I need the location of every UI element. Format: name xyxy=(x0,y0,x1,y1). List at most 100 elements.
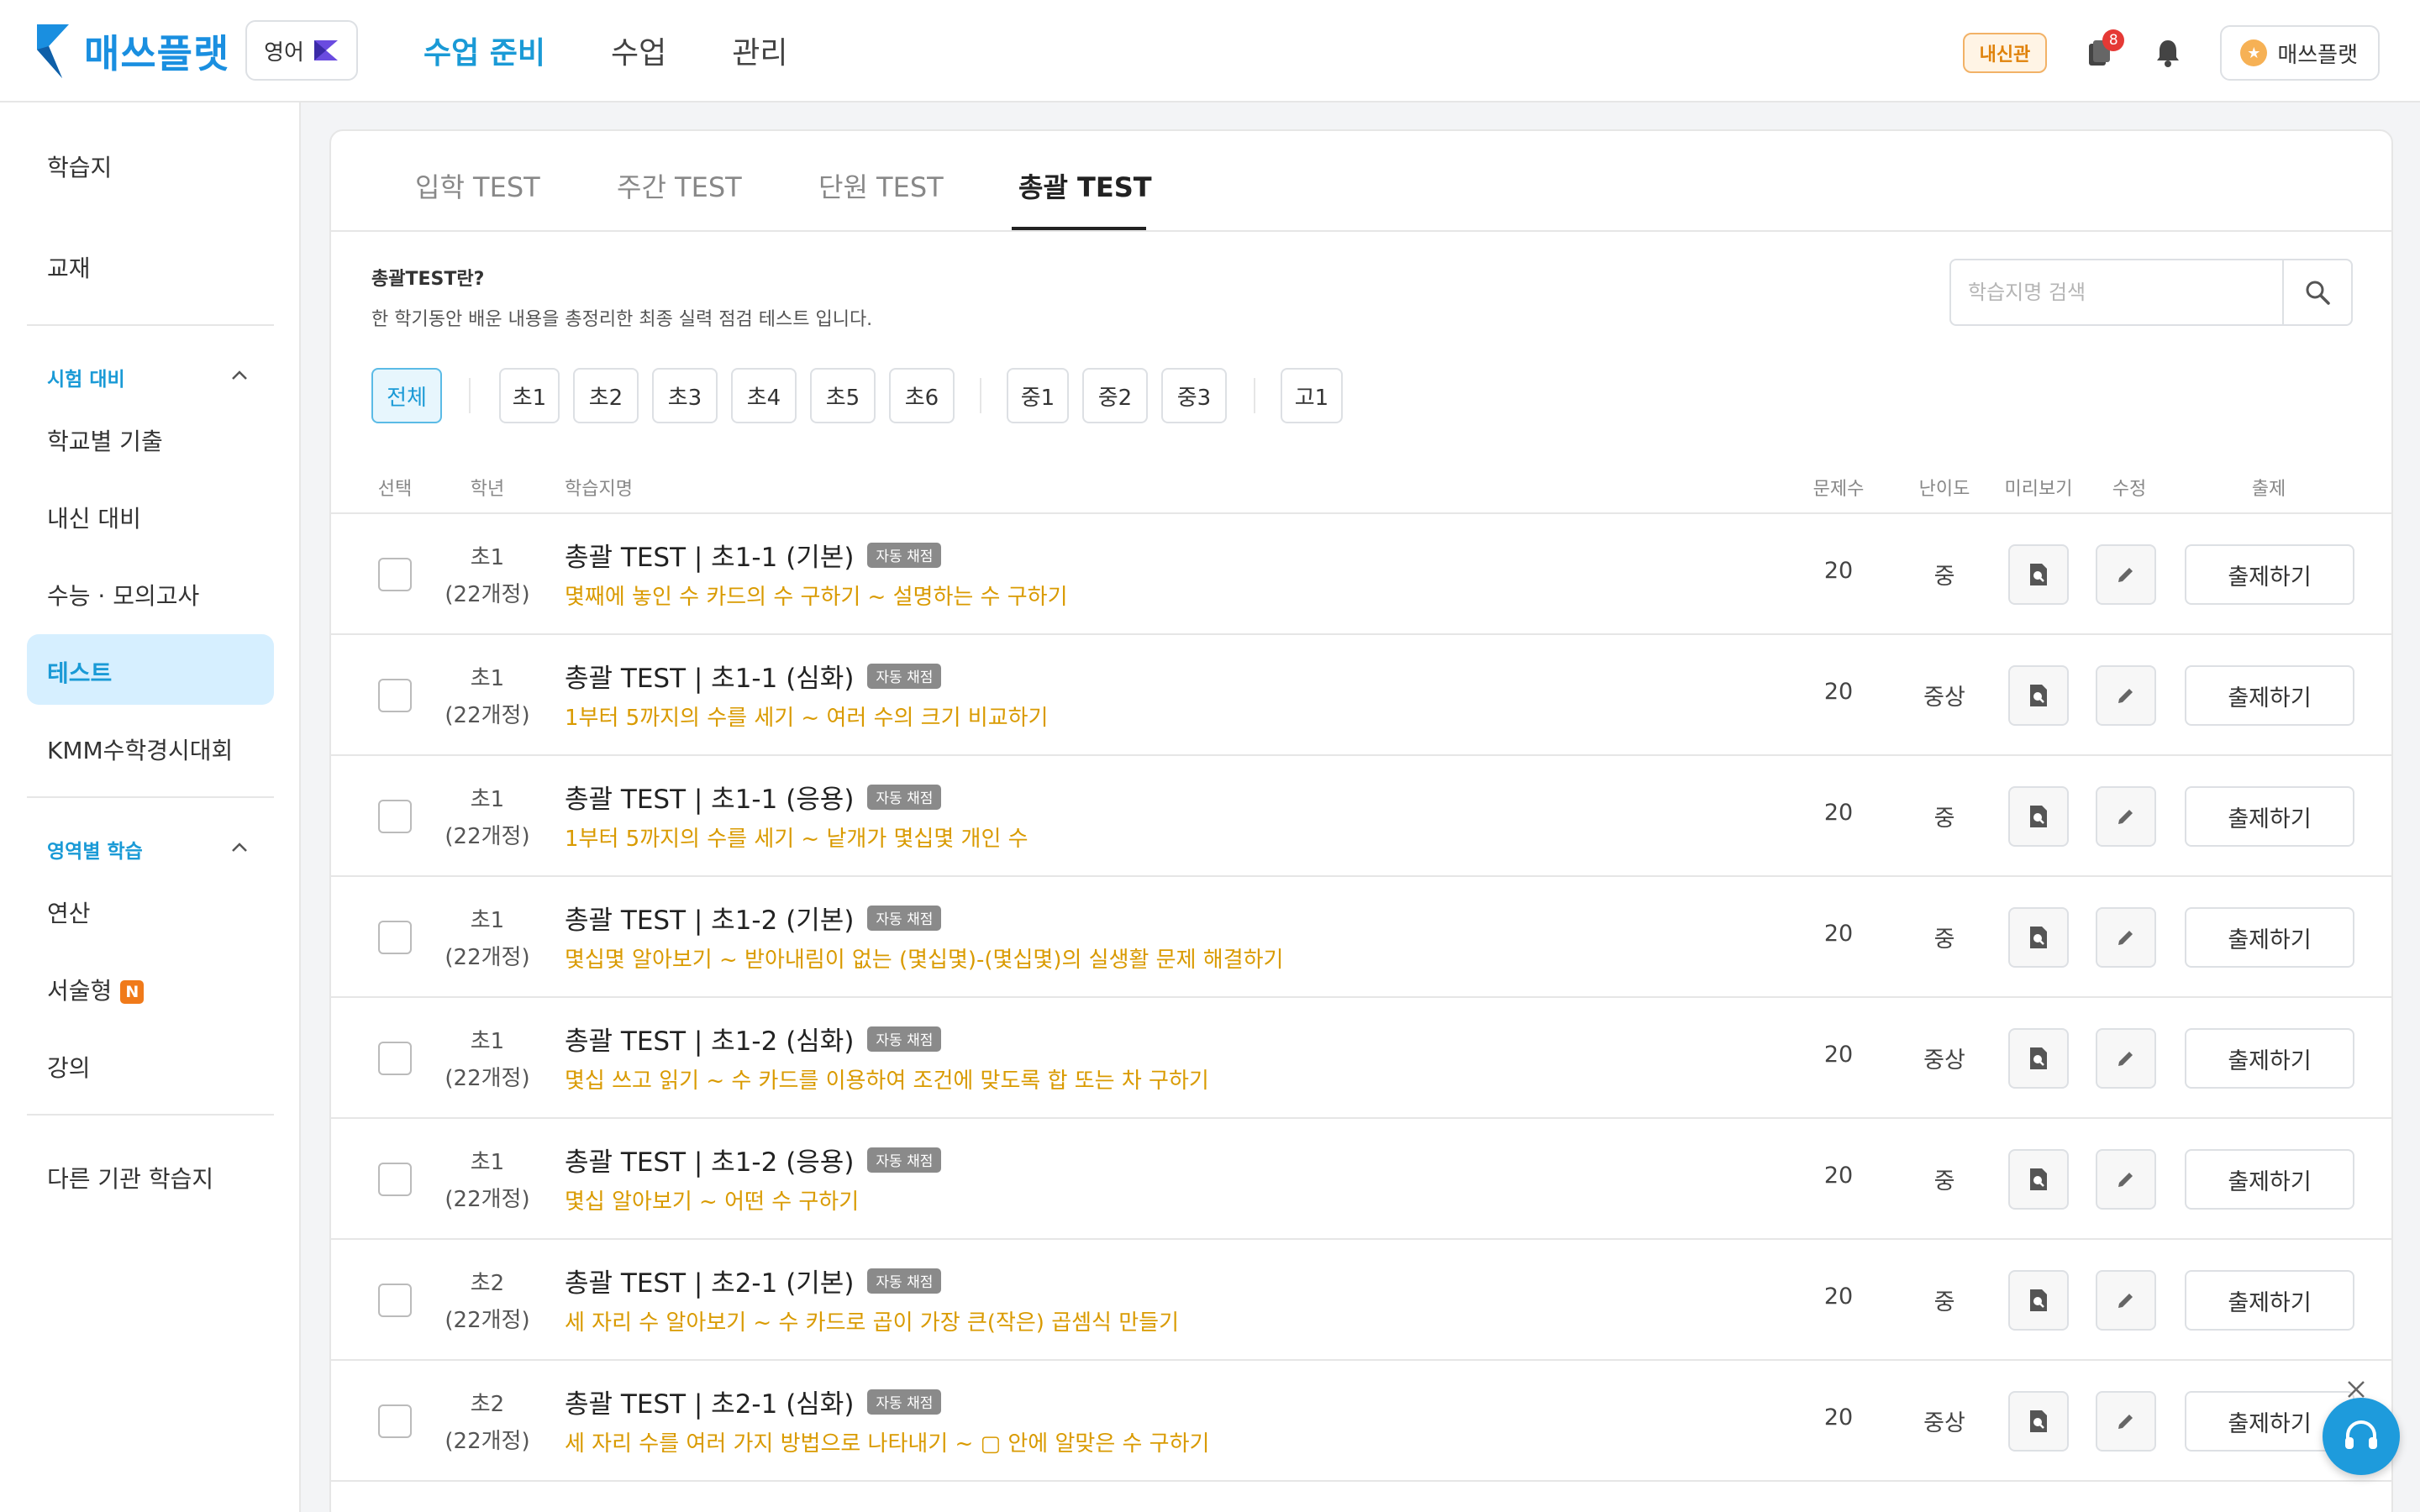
row-checkbox[interactable] xyxy=(378,1284,412,1317)
worksheet-title[interactable]: 총괄 TEST | 초2-1 (기본) xyxy=(565,1262,854,1299)
filter-chip-e4[interactable]: 초4 xyxy=(731,368,797,423)
preview-icon xyxy=(2030,806,2047,827)
tab-entrance[interactable]: 입학 TEST xyxy=(415,166,540,205)
table-row: 초2 (22개정) 총괄 TEST | 초2-1 (기본) 자동 채점 세 자리… xyxy=(331,1240,2391,1361)
preview-button[interactable] xyxy=(2008,1028,2069,1089)
issue-button[interactable]: 출제하기 xyxy=(2185,907,2354,968)
grade-cell: 초1 (22개정) xyxy=(429,1023,546,1097)
help-chat-button[interactable] xyxy=(2323,1398,2400,1475)
worksheet-title[interactable]: 총괄 TEST | 초1-1 (심화) xyxy=(565,657,854,695)
difficulty: 중상 xyxy=(1923,685,1965,711)
sidebar-item-lecture[interactable]: 강의 xyxy=(47,1050,91,1084)
preview-button[interactable] xyxy=(2008,1391,2069,1452)
filter-chip-e3[interactable]: 초3 xyxy=(652,368,718,423)
preview-icon xyxy=(2030,685,2047,706)
filter-chip-e6[interactable]: 초6 xyxy=(889,368,955,423)
sidebar-item-suneung[interactable]: 수능 · 모의고사 xyxy=(47,578,199,612)
worksheet-title[interactable]: 총괄 TEST | 초1-1 (기본) xyxy=(565,536,854,574)
filter-chip-m3[interactable]: 중3 xyxy=(1161,368,1227,423)
edit-button[interactable] xyxy=(2096,544,2156,605)
sidebar-item-essay[interactable]: 서술형 N xyxy=(47,973,145,1006)
filter-chip-e5[interactable]: 초5 xyxy=(810,368,876,423)
auto-grading-badge: 자동 채점 xyxy=(867,1026,942,1052)
row-checkbox[interactable] xyxy=(378,1163,412,1196)
subject-selector-button[interactable]: 영어 xyxy=(245,20,358,81)
row-checkbox[interactable] xyxy=(378,1042,412,1075)
preview-icon xyxy=(2030,1289,2047,1311)
worksheet-title[interactable]: 총괄 TEST | 초1-2 (응용) xyxy=(565,1141,854,1179)
filter-chip-e1[interactable]: 초1 xyxy=(499,368,560,423)
grade-label: 초2 xyxy=(470,1271,505,1296)
preview-button[interactable] xyxy=(2008,1270,2069,1331)
sidebar-item-worksheet[interactable]: 학습지 xyxy=(47,150,112,183)
description-text: 한 학기동안 배운 내용을 총정리한 최종 실력 점검 테스트 입니다. xyxy=(371,309,873,330)
preview-button[interactable] xyxy=(2008,665,2069,726)
user-profile-button[interactable]: ★ 매쓰플랫 xyxy=(2220,25,2380,81)
nav-item-class[interactable]: 수업 xyxy=(611,29,666,72)
issue-button[interactable]: 출제하기 xyxy=(2185,1270,2354,1331)
search-button[interactable] xyxy=(2282,260,2351,324)
filter-separator xyxy=(1254,378,1255,413)
filter-chip-m2[interactable]: 중2 xyxy=(1082,368,1148,423)
issue-button[interactable]: 출제하기 xyxy=(2185,665,2354,726)
column-header-edit: 수정 xyxy=(2112,479,2147,500)
sidebar-item-textbook[interactable]: 교재 xyxy=(47,250,91,284)
row-checkbox[interactable] xyxy=(378,679,412,712)
sidebar-item-kmm[interactable]: KMM수학경시대회 xyxy=(47,732,233,766)
worksheet-title[interactable]: 총괄 TEST | 초1-1 (응용) xyxy=(565,778,854,816)
nav-item-prep[interactable]: 수업 준비 xyxy=(424,29,545,72)
bell-button[interactable] xyxy=(2148,33,2188,73)
preview-button[interactable] xyxy=(2008,1149,2069,1210)
curriculum-label: (22개정) xyxy=(445,824,530,849)
filter-chip-m1[interactable]: 중1 xyxy=(1007,368,1069,423)
description-title: 총괄TEST란? xyxy=(371,269,485,290)
edit-button[interactable] xyxy=(2096,1270,2156,1331)
row-checkbox[interactable] xyxy=(378,921,412,954)
issue-button[interactable]: 출제하기 xyxy=(2185,1149,2354,1210)
preview-button[interactable] xyxy=(2008,907,2069,968)
question-count: 20 xyxy=(1823,1163,1854,1189)
row-checkbox[interactable] xyxy=(378,1404,412,1438)
worksheet-title[interactable]: 총괄 TEST | 초1-2 (기본) xyxy=(565,899,854,937)
active-tab-indicator xyxy=(1012,227,1146,230)
curriculum-label: (22개정) xyxy=(445,1066,530,1091)
row-checkbox[interactable] xyxy=(378,800,412,833)
naesin-button[interactable]: 내신관 xyxy=(1962,33,2048,73)
preview-button[interactable] xyxy=(2008,544,2069,605)
filter-chip-all[interactable]: 전체 xyxy=(371,368,442,423)
worksheet-title-line: 총괄 TEST | 초1-2 (기본) 자동 채점 xyxy=(565,899,942,937)
notes-button[interactable]: 8 xyxy=(2079,29,2125,73)
edit-button[interactable] xyxy=(2096,1391,2156,1452)
grade-cell: 초2 (22개정) xyxy=(429,1265,546,1339)
sidebar-section-area[interactable]: 영역별 학습 xyxy=(47,835,143,864)
row-checkbox[interactable] xyxy=(378,558,412,591)
sidebar-item-calc[interactable]: 연산 xyxy=(47,895,91,929)
filter-chip-h1[interactable]: 고1 xyxy=(1281,368,1343,423)
tab-comprehensive[interactable]: 총괄 TEST xyxy=(1018,166,1152,205)
worksheet-title[interactable]: 총괄 TEST | 초1-2 (심화) xyxy=(565,1020,854,1058)
edit-button[interactable] xyxy=(2096,1149,2156,1210)
sidebar-section-exam[interactable]: 시험 대비 xyxy=(47,363,125,391)
filter-chip-e2[interactable]: 초2 xyxy=(573,368,639,423)
logo[interactable]: 매쓰플랫 xyxy=(37,24,229,79)
edit-button[interactable] xyxy=(2096,786,2156,847)
worksheet-range: 세 자리 수를 여러 가지 방법으로 나타내기 ~ ▢ 안에 알맞은 수 구하기 xyxy=(565,1431,1210,1457)
search-input[interactable] xyxy=(1951,260,2282,324)
sidebar-item-other[interactable]: 다른 기관 학습지 xyxy=(47,1161,213,1194)
issue-button[interactable]: 출제하기 xyxy=(2185,1028,2354,1089)
issue-button[interactable]: 출제하기 xyxy=(2185,786,2354,847)
issue-button[interactable]: 출제하기 xyxy=(2185,544,2354,605)
worksheet-title[interactable]: 총괄 TEST | 초2-1 (심화) xyxy=(565,1383,854,1420)
chevron-up-icon[interactable] xyxy=(230,370,249,381)
edit-button[interactable] xyxy=(2096,907,2156,968)
edit-button[interactable] xyxy=(2096,1028,2156,1089)
tab-unit[interactable]: 단원 TEST xyxy=(818,166,944,205)
edit-button[interactable] xyxy=(2096,665,2156,726)
tab-weekly[interactable]: 주간 TEST xyxy=(617,166,742,205)
chevron-up-icon[interactable] xyxy=(230,842,249,853)
sidebar-item-school-past[interactable]: 학교별 기출 xyxy=(47,423,163,457)
filter-separator xyxy=(980,378,981,413)
nav-item-manage[interactable]: 관리 xyxy=(732,29,787,72)
preview-button[interactable] xyxy=(2008,786,2069,847)
sidebar-item-naesin[interactable]: 내신 대비 xyxy=(47,501,141,534)
